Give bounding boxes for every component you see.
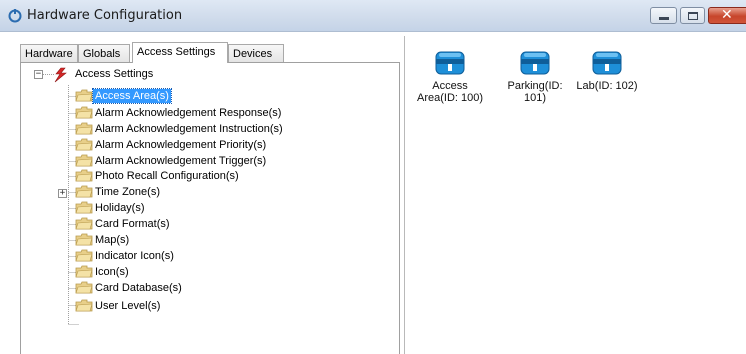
tab-hardware[interactable]: Hardware [20,44,78,62]
tab-label: Globals [83,48,121,60]
device-label: Lab(ID: 102) [576,80,638,92]
folder-icon [75,106,93,119]
tree-item-label: Photo Recall Configuration(s) [95,170,239,182]
tree-item-label: Alarm Acknowledgement Response(s) [95,107,282,119]
tab-label: Hardware [25,48,73,60]
device-item-lab[interactable]: Lab(ID: 102) [562,50,652,92]
tab-access-settings[interactable]: Access Settings [132,42,228,63]
tree-root[interactable]: Access Settings [73,67,155,82]
close-button[interactable]: ✕ [708,7,746,24]
tree-item-label: Icon(s) [95,266,129,278]
tree-item-user-levels[interactable]: User Level(s) [93,299,162,314]
folder-icon [75,217,93,230]
folder-icon [75,154,93,167]
folder-icon [75,233,93,246]
title-bar[interactable]: Hardware Configuration ✕ [0,0,746,32]
tree-item-photo-recall[interactable]: Photo Recall Configuration(s) [93,169,241,184]
tab-label: Access Settings [137,46,216,58]
tab-devices[interactable]: Devices [228,44,284,62]
device-label: Area(ID: 100) [416,92,484,104]
tree-item-alarm-ack-instruction[interactable]: Alarm Acknowledgement Instruction(s) [93,122,285,137]
tab-globals[interactable]: Globals [78,44,130,62]
device-label: 101) [523,92,547,104]
tree-item-icons[interactable]: Icon(s) [93,265,131,280]
folder-icon [75,249,93,262]
tree-item-label: Card Format(s) [95,218,170,230]
tab-label: Devices [233,48,273,60]
tree-root-label: Access Settings [75,68,154,80]
minimize-icon [659,17,669,20]
window-title: Hardware Configuration [27,8,183,23]
tree-item-indicator-icons[interactable]: Indicator Icon(s) [93,249,176,264]
access-area-icon [592,51,622,75]
tree-item-label: Alarm Acknowledgement Priority(s) [95,139,267,151]
folder-icon [75,185,93,198]
tree-item-label: Alarm Acknowledgement Instruction(s) [95,123,283,135]
close-icon: ✕ [721,7,733,23]
device-list-view[interactable]: Access Area(ID: 100) Parking(ID: 101) La… [405,36,746,354]
access-settings-tree[interactable]: − Access Settings Access Area(s) Alarm A… [20,62,400,354]
access-settings-icon [54,67,67,83]
folder-icon [75,169,93,182]
tree-item-label: Time Zone(s) [95,186,160,198]
tree-item-access-areas[interactable]: Access Area(s) [92,88,172,104]
device-item-access-area[interactable]: Access Area(ID: 100) [405,50,495,104]
tree-item-alarm-ack-priority[interactable]: Alarm Acknowledgement Priority(s) [93,138,268,153]
tree-item-label: Access Area(s) [92,88,172,104]
tree-item-maps[interactable]: Map(s) [93,233,131,248]
tree-item-label: Map(s) [95,234,130,246]
folder-icon [75,265,93,278]
tree-item-label: User Level(s) [95,300,161,312]
tree-item-alarm-ack-trigger[interactable]: Alarm Acknowledgement Trigger(s) [93,154,268,169]
expand-toggle[interactable]: + [58,189,67,198]
minimize-button[interactable] [650,7,677,24]
tree-item-holidays[interactable]: Holiday(s) [93,201,147,216]
app-icon [8,9,22,23]
tree-item-time-zones[interactable]: Time Zone(s) [93,185,162,200]
tree-item-label: Holiday(s) [95,202,145,214]
folder-icon [75,299,93,312]
tree-item-alarm-ack-response[interactable]: Alarm Acknowledgement Response(s) [93,106,283,121]
maximize-button[interactable] [680,7,705,24]
collapse-toggle[interactable]: − [34,70,43,79]
tree-item-label: Indicator Icon(s) [95,250,174,262]
access-area-icon [520,51,550,75]
folder-icon [75,138,93,151]
device-label: Access [432,80,468,92]
access-area-icon [435,51,465,75]
folder-icon [75,201,93,214]
tree-item-card-databases[interactable]: Card Database(s) [93,281,184,296]
tree-item-label: Card Database(s) [95,282,182,294]
tree-item-card-formats[interactable]: Card Format(s) [93,217,172,232]
maximize-icon [688,12,698,20]
folder-icon [75,122,93,135]
folder-icon [75,281,93,294]
tree-item-label: Alarm Acknowledgement Trigger(s) [95,155,267,167]
folder-icon [75,89,93,102]
